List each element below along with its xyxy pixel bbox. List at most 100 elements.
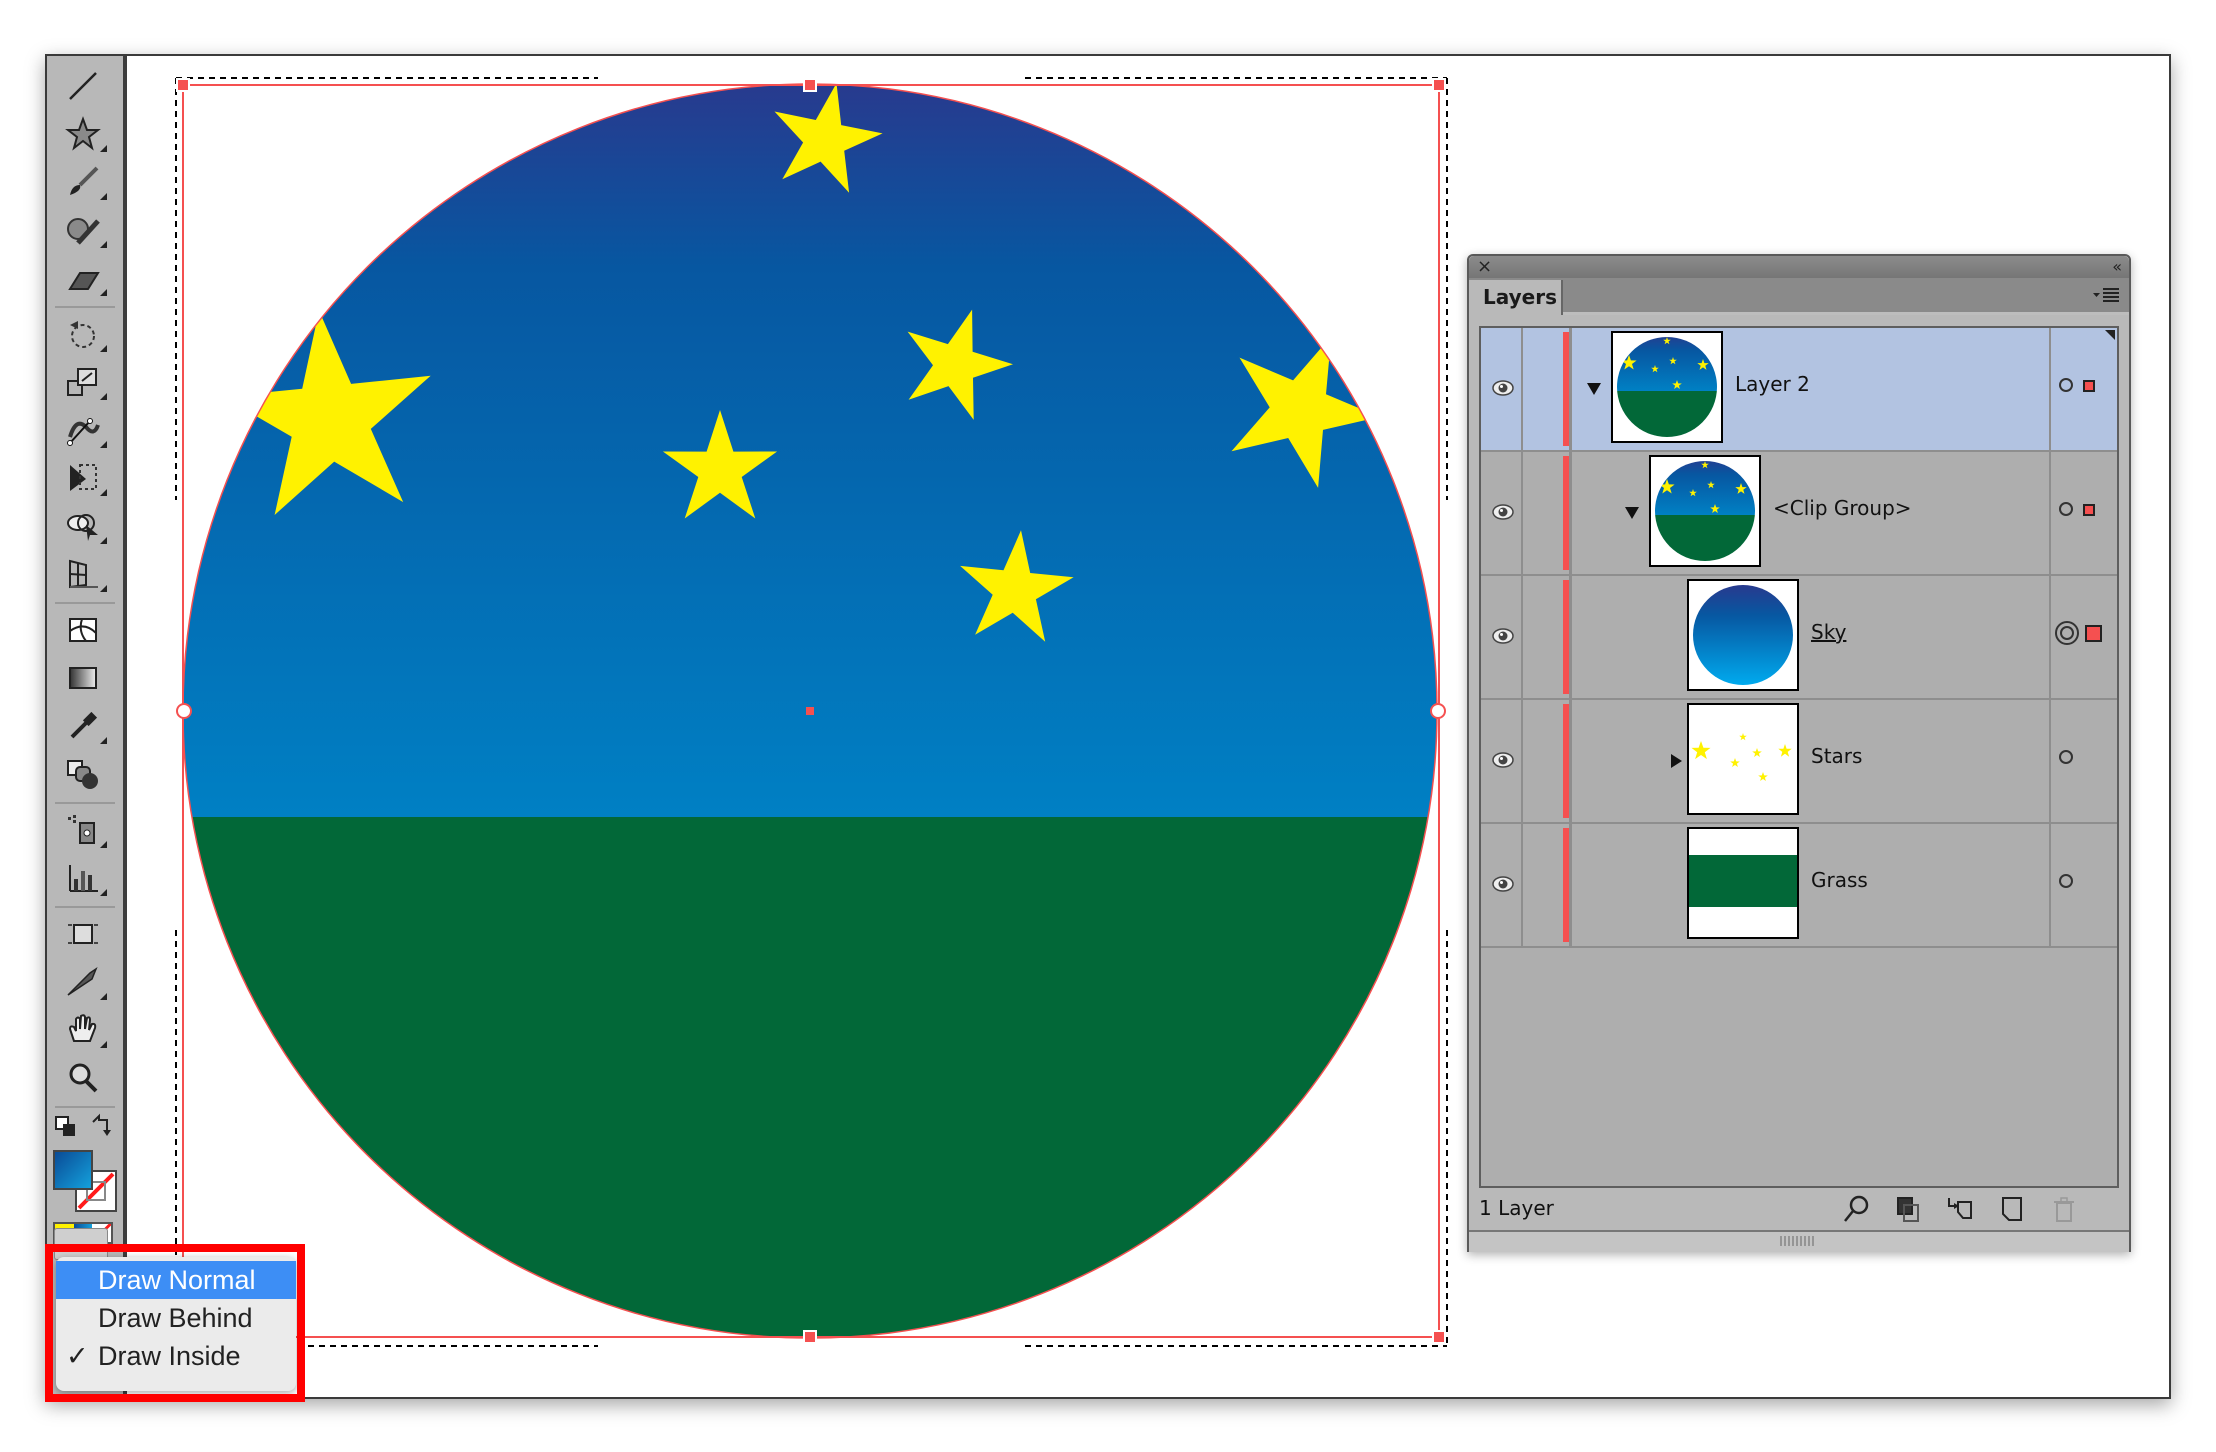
- eraser-tool[interactable]: [57, 258, 109, 298]
- layer-name[interactable]: Stars: [1811, 744, 1862, 768]
- layer-name[interactable]: <Clip Group>: [1773, 496, 1912, 520]
- layer-row[interactable]: Sky: [1481, 576, 2117, 700]
- layer-row[interactable]: <Clip Group>: [1481, 452, 2117, 576]
- layer-row[interactable]: Grass: [1481, 824, 2117, 948]
- layer-thumbnail: [1687, 703, 1799, 815]
- tab-layers[interactable]: Layers: [1469, 280, 1563, 315]
- mesh-tool[interactable]: [57, 610, 109, 650]
- column-divider: [2049, 576, 2051, 698]
- layer-name[interactable]: Grass: [1811, 868, 1868, 892]
- gradient-icon: [69, 667, 97, 689]
- layers-list: Layer 2 <Clip Group> Sky Stars Grass: [1479, 326, 2119, 1188]
- expand-triangle-icon[interactable]: [1587, 383, 1601, 395]
- delete-selection-button[interactable]: [2049, 1194, 2079, 1224]
- panel-close-icon[interactable]: ×: [1477, 256, 1497, 278]
- perspective-grid-tool[interactable]: [57, 554, 109, 594]
- column-divider: [1521, 824, 1523, 946]
- slice-tool[interactable]: [57, 962, 109, 1002]
- zoom-tool[interactable]: [57, 1058, 109, 1098]
- eyedropper-tool[interactable]: [57, 706, 109, 746]
- panel-menu-icon[interactable]: [2091, 284, 2121, 306]
- fill-swatch[interactable]: [53, 1150, 93, 1190]
- layer-thumbnail: [1611, 331, 1723, 443]
- artboard-tool[interactable]: [57, 914, 109, 954]
- target-circle-icon[interactable]: [2059, 874, 2073, 888]
- column-divider: [1521, 576, 1523, 698]
- column-divider: [1569, 576, 1572, 698]
- hand-tool[interactable]: [57, 1010, 109, 1050]
- panel-footer: 1 Layer: [1469, 1190, 2129, 1230]
- create-new-layer-button[interactable]: [1997, 1194, 2027, 1224]
- target-circle-icon[interactable]: [2055, 621, 2079, 645]
- collapsed-triangle-icon[interactable]: [1671, 754, 1682, 768]
- scale-tool[interactable]: [57, 362, 109, 402]
- layer-row[interactable]: Stars: [1481, 700, 2117, 824]
- default-fill-stroke-button[interactable]: [53, 1114, 79, 1140]
- line-segment-tool[interactable]: [57, 66, 109, 106]
- shaper-tool[interactable]: [57, 210, 109, 250]
- selection-indicator-icon[interactable]: [2083, 380, 2095, 392]
- toolbar-separator: [55, 306, 115, 308]
- expand-triangle-icon[interactable]: [1625, 507, 1639, 519]
- gradient-tool[interactable]: [57, 658, 109, 698]
- shape-builder-tool[interactable]: [57, 506, 109, 546]
- column-divider: [2049, 824, 2051, 946]
- column-divider: [1569, 328, 1572, 450]
- layer-name[interactable]: Sky: [1811, 620, 1846, 644]
- target-circle-icon[interactable]: [2059, 502, 2073, 516]
- layer-thumbnail: [1649, 455, 1761, 567]
- mesh-icon: [69, 618, 97, 642]
- slice-icon: [67, 967, 98, 996]
- locate-object-button[interactable]: [1841, 1194, 1871, 1224]
- panel-collapse-icon[interactable]: ‹‹: [2095, 256, 2122, 278]
- grass-rect: [183, 817, 1437, 1338]
- layer-name[interactable]: Layer 2: [1735, 372, 1810, 396]
- visibility-eye-icon[interactable]: [1491, 376, 1515, 400]
- column-divider: [2049, 452, 2051, 574]
- panel-resize-grip[interactable]: [1469, 1230, 2129, 1252]
- column-divider: [2049, 328, 2051, 450]
- column-divider: [2049, 700, 2051, 822]
- visibility-eye-icon[interactable]: [1491, 748, 1515, 772]
- shaper-icon: [67, 218, 100, 245]
- column-graph-tool[interactable]: [57, 858, 109, 898]
- hand-icon: [68, 1014, 97, 1042]
- rotate-icon: [70, 321, 95, 348]
- free-transform-tool[interactable]: [57, 458, 109, 498]
- create-sublayer-icon: [1948, 1198, 1972, 1219]
- zoom-icon: [69, 1063, 98, 1093]
- make-clipping-mask-button[interactable]: [1893, 1194, 1923, 1224]
- column-divider: [1569, 452, 1572, 574]
- visibility-eye-icon[interactable]: [1491, 872, 1515, 896]
- column-divider: [1521, 328, 1523, 450]
- width-tool[interactable]: [57, 410, 109, 450]
- swap-fill-stroke-button[interactable]: [87, 1112, 115, 1140]
- toolbar-separator: [55, 602, 115, 604]
- toolbar-separator: [55, 1106, 115, 1108]
- symbol-sprayer-tool[interactable]: [57, 810, 109, 850]
- eyedropper-icon: [70, 711, 98, 739]
- layer-row[interactable]: Layer 2: [1481, 328, 2117, 452]
- rotate-tool[interactable]: [57, 314, 109, 354]
- target-circle-icon[interactable]: [2059, 750, 2073, 764]
- create-sublayer-button[interactable]: [1945, 1194, 1975, 1224]
- artboard-icon: [68, 924, 98, 944]
- perspective-grid-icon: [69, 559, 98, 589]
- selection-indicator-icon[interactable]: [2083, 504, 2095, 516]
- selection-indicator-icon[interactable]: [2085, 625, 2102, 642]
- panel-titlebar[interactable]: × ‹‹: [1469, 256, 2129, 278]
- center-point: [806, 707, 814, 715]
- target-circle-icon[interactable]: [2059, 378, 2073, 392]
- visibility-eye-icon[interactable]: [1491, 500, 1515, 524]
- blend-tool[interactable]: [57, 754, 109, 794]
- default-colors-icon: [55, 1116, 75, 1136]
- paintbrush-tool[interactable]: [57, 162, 109, 202]
- toolbar-separator: [55, 802, 115, 804]
- clipping-mask-icon: [1897, 1197, 1919, 1222]
- star-tool[interactable]: [57, 114, 109, 154]
- visibility-eye-icon[interactable]: [1491, 624, 1515, 648]
- column-divider: [1569, 700, 1572, 822]
- tools-panel: [47, 56, 127, 1397]
- trash-icon: [2054, 1197, 2074, 1222]
- line-icon: [69, 72, 97, 100]
